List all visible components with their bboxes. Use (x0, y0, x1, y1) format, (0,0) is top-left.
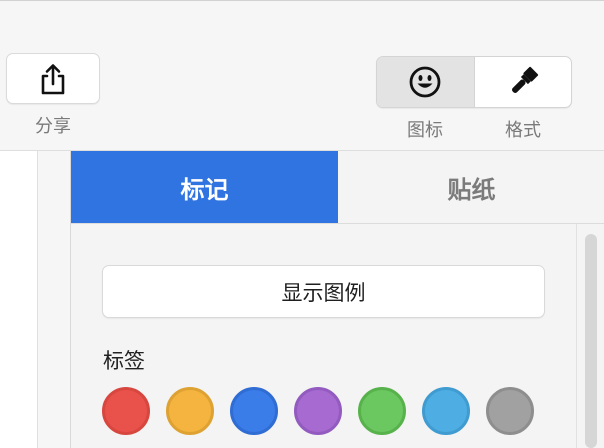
window-top-border (0, 0, 604, 1)
view-segmented-control (376, 56, 572, 108)
paintbrush-icon (511, 66, 538, 93)
tag-color-green[interactable] (358, 387, 406, 435)
tag-color-gray[interactable] (486, 387, 534, 435)
tag-color-light-blue[interactable] (422, 387, 470, 435)
scrollbar-track[interactable] (576, 224, 604, 448)
show-legend-button[interactable]: 显示图例 (102, 265, 545, 318)
icon-view-button[interactable] (377, 57, 474, 107)
tag-color-orange[interactable] (166, 387, 214, 435)
tab-markers[interactable]: 标记 (71, 151, 338, 223)
tag-color-swatches (102, 387, 542, 439)
share-button[interactable] (6, 53, 100, 104)
tab-stickers[interactable]: 贴纸 (338, 151, 604, 223)
share-icon (41, 63, 65, 94)
app-window: 分享 图标 格式 标记 贴纸 显示图例 标签 (0, 0, 604, 448)
format-label: 格式 (505, 120, 541, 141)
smiley-icon (409, 66, 441, 98)
inspector-panel: 标记 贴纸 显示图例 标签 (70, 151, 604, 448)
share-label: 分享 (35, 116, 71, 137)
inspector-tabs: 标记 贴纸 (71, 151, 604, 224)
sidebar-pane (0, 151, 38, 448)
tag-color-red[interactable] (102, 387, 150, 435)
scrollbar-thumb[interactable] (585, 234, 597, 448)
content-gap (38, 151, 70, 448)
toolbar: 分享 图标 格式 (0, 0, 604, 151)
tags-section-title: 标签 (103, 349, 145, 373)
format-view-button[interactable] (475, 57, 572, 107)
tag-color-blue[interactable] (230, 387, 278, 435)
icon-label: 图标 (407, 120, 443, 141)
tag-color-purple[interactable] (294, 387, 342, 435)
